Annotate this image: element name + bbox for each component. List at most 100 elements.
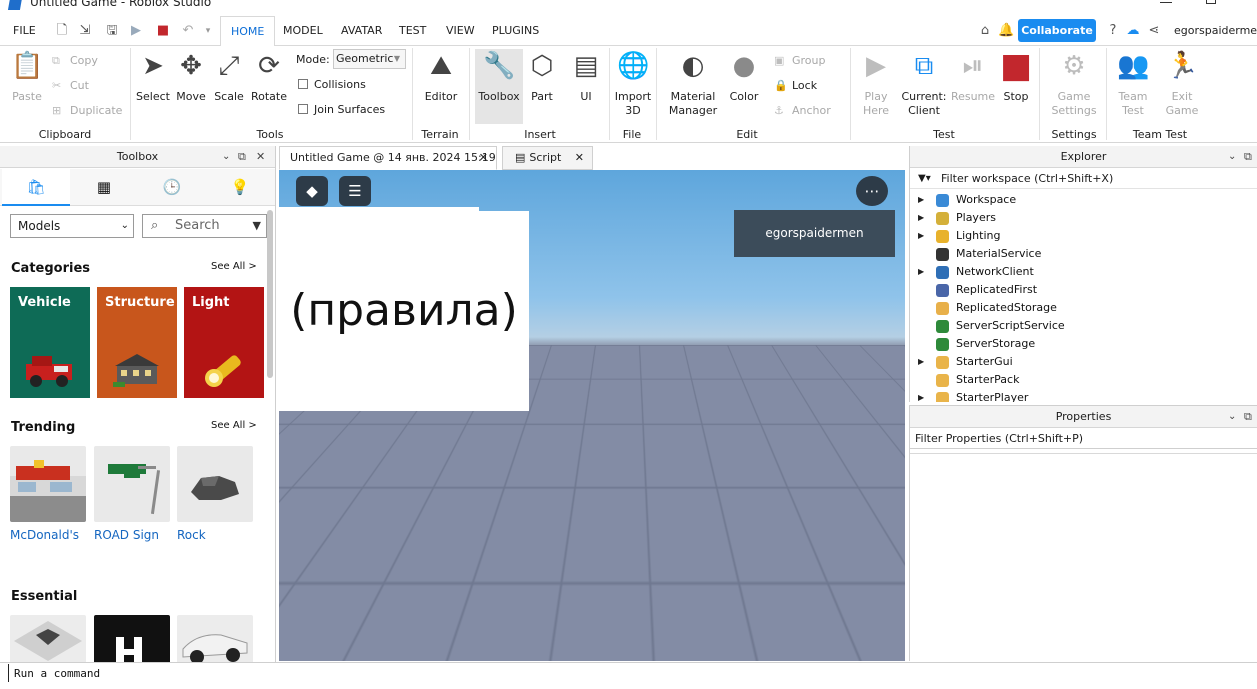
essential-item[interactable] [10,615,86,662]
properties-filter-input[interactable]: Filter Properties (Ctrl+Shift+P) [910,429,1257,449]
expand-arrow-icon[interactable]: ▶ [918,209,924,227]
tab-model[interactable]: MODEL [273,16,333,46]
rotate-button[interactable]: ⟳ Rotate [250,50,288,104]
explorer-item[interactable]: ▶ StarterPlayer [910,389,1257,402]
cut-button[interactable]: ✂ Cut [52,77,89,95]
tab-file[interactable]: FILE [3,16,46,46]
open-file-icon[interactable]: ⇲ [78,24,92,38]
save-icon[interactable]: 🖫 [105,24,119,38]
collaborate-button[interactable]: Collaborate [1018,19,1096,42]
asset-mcdonalds[interactable]: McDonald's [10,446,86,542]
play-here-button[interactable]: ▶ Play Here [858,50,894,118]
color-button[interactable]: ● Color [726,50,762,104]
filter-icon[interactable]: ▼ [253,215,261,237]
expand-arrow-icon[interactable]: ▶ [918,227,924,245]
cloud-icon[interactable]: ☁ [1126,24,1140,38]
close-icon[interactable]: ✕ [256,146,265,168]
asset-name[interactable]: ROAD Sign [94,528,170,542]
current-client-button[interactable]: ⧉ Current: Client [900,50,948,118]
anchor-button[interactable]: ⚓ Anchor [774,102,831,120]
toolbox-button[interactable]: 🔧 Toolbox [476,50,522,104]
close-icon[interactable]: ✕ [575,147,584,169]
select-button[interactable]: ➤ Select [136,50,170,104]
tab-avatar[interactable]: AVATAR [331,16,392,46]
terrain-editor-button[interactable]: ⛰ Editor [420,50,462,104]
tab-inventory[interactable]: ▦ [70,169,138,206]
category-light[interactable]: Light [184,287,264,398]
game-viewport[interactable]: (правила) ◆ ☰ ⋯ egorspaidermen [279,170,905,661]
share-icon[interactable]: ⋖ [1147,24,1161,38]
lock-button[interactable]: 🔒 Lock [774,77,817,95]
stop-button[interactable]: ■ Stop [998,49,1034,104]
categories-see-all-link[interactable]: See All > [211,261,257,272]
category-select[interactable]: Models ⌄ [10,214,134,238]
copy-button[interactable]: ⧉ Copy [52,52,98,70]
maximize-icon[interactable] [1206,0,1216,4]
category-vehicle[interactable]: Vehicle [10,287,90,398]
expand-arrow-icon[interactable]: ▶ [918,353,924,371]
stop-icon[interactable]: ■ [156,24,170,38]
duplicate-button[interactable]: ⊞ Duplicate [52,102,122,120]
part-button[interactable]: ⬡ Part [526,50,558,104]
new-file-icon[interactable]: 🗋 [55,24,69,38]
chevron-down-icon[interactable]: ⌄ [1228,406,1236,428]
quick-access-dropdown-icon[interactable]: ▾ [201,24,215,38]
essential-item[interactable] [94,615,170,662]
explorer-item[interactable]: ServerStorage [910,335,1257,353]
explorer-filter-input[interactable]: ▼▾ Filter workspace (Ctrl+Shift+X) [910,169,1257,189]
explorer-item[interactable]: ▶ Players [910,209,1257,227]
tab-plugins[interactable]: PLUGINS [482,16,549,46]
scale-button[interactable]: ⤢ Scale [213,50,245,104]
join-surfaces-checkbox[interactable]: Join Surfaces [298,103,385,116]
expand-arrow-icon[interactable]: ▶ [918,191,924,209]
ui-button[interactable]: ▤ UI [570,50,602,104]
mode-dropdown[interactable]: Geometric ▼ [333,49,406,69]
capybara-character[interactable] [549,435,649,585]
exit-game-button[interactable]: 🏃 Exit Game [1162,50,1202,118]
tab-view[interactable]: VIEW [436,16,485,46]
help-icon[interactable]: ? [1106,24,1120,38]
explorer-item[interactable]: ▶ StarterGui [910,353,1257,371]
username-label[interactable]: egorspaidermen [1174,16,1257,46]
explorer-item[interactable]: ▶ Lighting [910,227,1257,245]
tab-untitled-game[interactable]: Untitled Game @ 14 янв. 2024 15:19 ✕ [279,146,497,170]
roblox-menu-button[interactable]: ◆ [296,176,328,206]
essential-item[interactable] [177,615,253,662]
asset-rock[interactable]: Rock [177,446,253,542]
asset-name[interactable]: Rock [177,528,253,542]
import-3d-button[interactable]: 🌐 Import 3D [613,50,653,118]
undock-icon[interactable]: ⧉ [1244,146,1252,168]
group-button[interactable]: ▣ Group [774,52,826,70]
explorer-item[interactable]: ReplicatedStorage [910,299,1257,317]
game-settings-button[interactable]: ⚙ Game Settings [1050,50,1098,118]
minimize-icon[interactable] [1160,2,1172,3]
chevron-down-icon[interactable]: ⌄ [1228,146,1236,168]
tab-creations[interactable]: 💡 [206,169,274,206]
chat-button[interactable]: ☰ [339,176,371,206]
tab-recent[interactable]: 🕒 [138,169,206,206]
asset-road-sign[interactable]: ROAD Sign [94,446,170,542]
explorer-item[interactable]: StarterPack [910,371,1257,389]
explorer-item[interactable]: ▶ Workspace [910,191,1257,209]
trending-see-all-link[interactable]: See All > [211,420,257,431]
command-input[interactable] [8,664,1248,682]
tab-script[interactable]: ▤ Script ✕ [502,146,593,170]
team-test-button[interactable]: 👥 Team Test [1113,50,1153,118]
play-icon[interactable]: ▶ [129,24,143,38]
undock-icon[interactable]: ⧉ [238,146,246,168]
asset-name[interactable]: McDonald's [10,528,86,542]
explorer-item[interactable]: ▶ NetworkClient [910,263,1257,281]
close-icon[interactable]: ✕ [479,147,488,169]
notification-bell-icon[interactable]: 🔔 [998,24,1014,38]
move-button[interactable]: ✥ Move [175,50,207,104]
player-list-entry[interactable]: egorspaidermen [734,210,895,257]
undo-icon[interactable]: ↶ [181,24,195,38]
explorer-item[interactable]: MaterialService [910,245,1257,263]
tab-test[interactable]: TEST [389,16,436,46]
explorer-item[interactable]: ServerScriptService [910,317,1257,335]
paste-button[interactable]: 📋 Paste [8,50,46,104]
expand-arrow-icon[interactable]: ▶ [918,389,924,402]
home-icon[interactable]: ⌂ [978,24,992,38]
explorer-item[interactable]: ReplicatedFirst [910,281,1257,299]
chevron-down-icon[interactable]: ⌄ [222,146,230,168]
